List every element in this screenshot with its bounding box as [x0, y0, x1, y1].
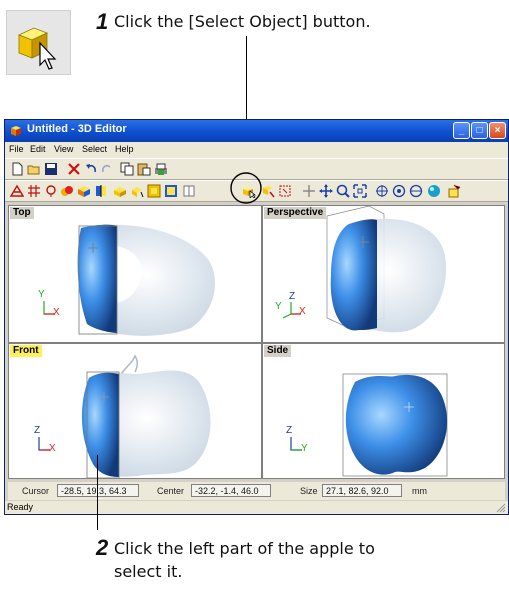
pan-arrows-icon[interactable] [302, 184, 316, 198]
menu-help[interactable]: Help [115, 144, 134, 154]
title-bar: Untitled - 3D Editor _ □ × [5, 120, 508, 142]
resize-grip-icon[interactable] [495, 502, 506, 513]
menu-select[interactable]: Select [82, 144, 107, 154]
redo-icon[interactable] [100, 162, 114, 176]
ready-bar: Ready [5, 501, 508, 514]
axis-label-side-z: Z [286, 425, 293, 436]
unit-label: mm [412, 486, 427, 496]
viewport-area[interactable]: Top Perspective Front Side Y X Z X Y Z X… [8, 205, 505, 479]
center-label: Center [157, 486, 185, 496]
menu-file[interactable]: File [9, 144, 24, 154]
paint-tool-icon[interactable] [60, 184, 74, 198]
save-icon[interactable] [44, 162, 58, 176]
cursor-label: Cursor [22, 486, 50, 496]
size-value: 27.1, 82.6, 92.0 [322, 484, 402, 497]
ready-text: Ready [7, 502, 34, 512]
close-button[interactable]: × [489, 122, 506, 139]
center-value: -32.2, -1.4, 46.0 [191, 484, 271, 497]
minimize-button[interactable]: _ [453, 122, 470, 139]
viewport-label-top[interactable]: Top [10, 207, 34, 219]
axis-label-persp-y: Y [275, 301, 282, 312]
axis-label-persp-z: Z [289, 291, 296, 302]
copy-icon[interactable] [120, 162, 134, 176]
menu-edit[interactable]: Edit [30, 144, 46, 154]
axis-label-top-x: X [53, 307, 60, 318]
delete-icon[interactable] [67, 162, 81, 176]
axis-label-top-y: Y [38, 289, 45, 300]
orbit-view-icon[interactable] [392, 184, 406, 198]
boolean-icon[interactable] [164, 184, 178, 198]
viewport-divider-horizontal[interactable] [9, 342, 504, 344]
axis-label-side-y: Y [301, 443, 308, 454]
app-icon [11, 126, 21, 136]
move-object-icon[interactable] [77, 184, 91, 198]
move-arrows-icon[interactable] [319, 184, 333, 198]
split-object-icon[interactable] [94, 184, 108, 198]
step-1-number: 1 [96, 9, 109, 34]
step-2-text-line-1: Click the left part of the apple to [114, 539, 375, 558]
axis-label-front-x: X [49, 443, 56, 454]
mirror-icon[interactable] [130, 184, 144, 198]
axis-label-front-z: Z [34, 425, 41, 436]
lasso-tool-icon[interactable] [44, 184, 58, 198]
select-region-icon[interactable] [278, 184, 292, 198]
print-icon[interactable] [154, 162, 168, 176]
menu-view[interactable]: View [54, 144, 73, 154]
group-icon[interactable] [147, 184, 161, 198]
undo-icon[interactable] [84, 162, 98, 176]
size-label: Size [300, 486, 318, 496]
settings-icon[interactable] [447, 184, 461, 198]
rotate-view-icon[interactable] [375, 184, 389, 198]
step-1-text: Click the [Select Object] button. [114, 12, 371, 31]
open-folder-icon[interactable] [27, 162, 41, 176]
highlight-circle [230, 172, 262, 204]
extrude-icon[interactable] [113, 184, 127, 198]
paste-icon[interactable] [137, 162, 151, 176]
viewport-label-side[interactable]: Side [264, 345, 292, 357]
select-object-icon-large [6, 10, 71, 75]
walk-view-icon[interactable] [409, 184, 423, 198]
zoom-icon[interactable] [336, 184, 350, 198]
step-2-number: 2 [96, 535, 109, 560]
fit-view-icon[interactable] [353, 184, 367, 198]
step-2-text-line-2: select it. [114, 562, 183, 581]
mesh-tool-icon[interactable] [10, 184, 24, 198]
axis-label-persp-x: X [299, 306, 306, 317]
cursor-value: -28.5, 19.3, 64.3 [57, 484, 139, 497]
new-file-icon[interactable] [10, 162, 24, 176]
status-bar: Cursor -28.5, 19.3, 64.3 Center -32.2, -… [8, 482, 505, 500]
viewport-label-front[interactable]: Front [10, 345, 42, 357]
render-sphere-icon[interactable] [427, 184, 441, 198]
align-icon[interactable] [182, 184, 196, 198]
window-title: Untitled - 3D Editor [27, 123, 127, 135]
maximize-button[interactable]: □ [471, 122, 488, 139]
callout-line-2 [97, 455, 98, 530]
grid-tool-icon[interactable] [27, 184, 41, 198]
menu-bar: File Edit View Select Help [5, 142, 508, 158]
viewport-label-perspective[interactable]: Perspective [264, 207, 327, 219]
